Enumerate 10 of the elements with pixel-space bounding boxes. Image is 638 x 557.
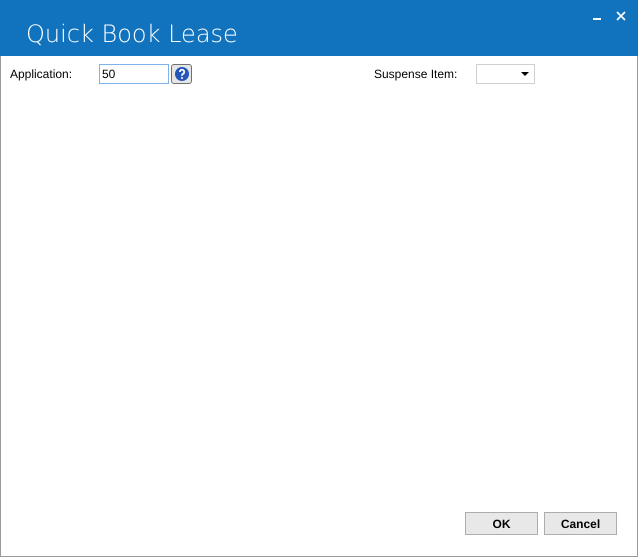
cancel-button[interactable]: Cancel — [544, 512, 617, 535]
field-label: Suspense Item: — [374, 67, 458, 81]
window-title: Quick Book Lease — [26, 20, 238, 48]
application-field[interactable]: 50 — [99, 64, 169, 84]
help-button[interactable] — [171, 64, 192, 84]
ok-button[interactable]: OK — [465, 512, 538, 535]
caret-icon — [521, 72, 529, 76]
close-icon[interactable] — [616, 11, 626, 21]
help-icon — [174, 66, 190, 82]
field-label: Application: — [10, 67, 74, 81]
